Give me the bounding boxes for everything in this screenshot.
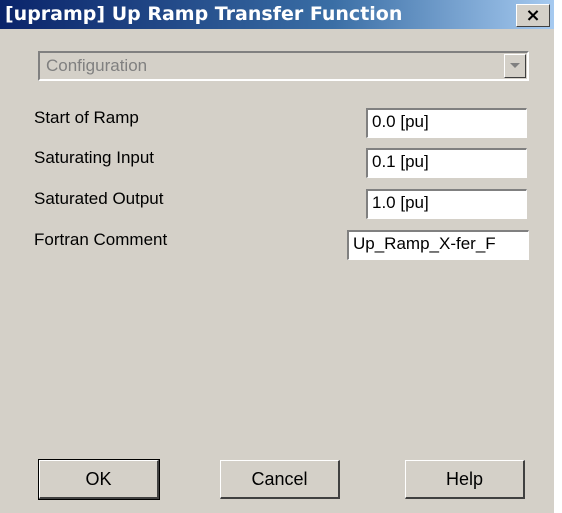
title-bar[interactable]: [upramp] Up Ramp Transfer Function × [0, 0, 554, 29]
window-title: [upramp] Up Ramp Transfer Function [5, 3, 403, 25]
start-of-ramp-label: Start of Ramp [34, 108, 139, 127]
chevron-down-icon [510, 63, 520, 68]
configuration-dropdown[interactable]: Configuration [38, 51, 529, 81]
dialog-window: [upramp] Up Ramp Transfer Function × Con… [0, 0, 554, 513]
fortran-comment-label: Fortran Comment [34, 230, 168, 249]
saturating-input-input[interactable]: 0.1 [pu] [366, 148, 527, 178]
help-button[interactable]: Help [405, 460, 525, 499]
saturating-input-label: Saturating Input [34, 148, 155, 167]
fortran-comment-input[interactable]: Up_Ramp_X-fer_F [347, 230, 529, 260]
saturated-output-input[interactable]: 1.0 [pu] [366, 189, 527, 219]
close-button[interactable]: × [516, 4, 550, 27]
help-button-label: Help [445, 468, 484, 489]
ok-button-label: OK [85, 468, 112, 489]
ok-button[interactable]: OK [38, 459, 160, 500]
configuration-selected-value: Configuration [46, 56, 148, 75]
dropdown-arrow-button[interactable] [504, 54, 526, 78]
cancel-button-label: Cancel [251, 468, 308, 489]
saturated-output-label: Saturated Output [34, 189, 164, 208]
cancel-button[interactable]: Cancel [220, 460, 340, 499]
start-of-ramp-input[interactable]: 0.0 [pu] [366, 108, 527, 138]
close-icon: × [525, 4, 541, 26]
